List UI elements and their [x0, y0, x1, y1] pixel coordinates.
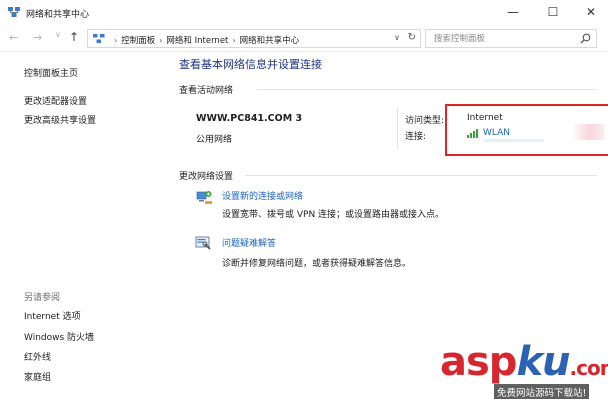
watermark-logo: aspku.com — [440, 339, 608, 385]
breadcrumb-network-internet[interactable]: 网络和 Internet — [166, 36, 228, 46]
sidebar-link-change-advanced-sharing[interactable]: 更改高级共享设置 — [24, 113, 96, 126]
control-panel-icon — [93, 34, 105, 43]
close-icon: ✕ — [585, 5, 597, 19]
see-also-homegroup[interactable]: 家庭组 — [24, 370, 51, 383]
maximize-button[interactable]: ☐ — [536, 0, 570, 24]
address-bar: ← → ∨ ↑ › 控制面板 › 网络和 Internet › 网络和共享中心 ∨ ↻ — [0, 26, 608, 52]
search-icon[interactable] — [580, 33, 591, 44]
minimize-button[interactable]: — — [496, 0, 530, 24]
network-setup-icon — [196, 191, 212, 204]
search-box — [425, 29, 597, 48]
breadcrumb-network-sharing-center[interactable]: 网络和共享中心 — [240, 36, 300, 46]
section-divider — [245, 175, 597, 176]
network-name: WWW.PC841.COM 3 — [196, 113, 303, 124]
setup-new-connection-link[interactable]: 设置新的连接或网络 — [222, 189, 303, 202]
network-center-icon — [8, 7, 20, 17]
change-settings-heading: 更改网络设置 — [179, 172, 234, 182]
minimize-icon: — — [507, 5, 519, 19]
watermark-subtitle: 免费网站源码下载站! — [494, 384, 590, 399]
address-dropdown-button[interactable]: ∨ — [394, 33, 400, 42]
access-type-label: 访问类型: — [405, 116, 445, 126]
troubleshoot-problems-link[interactable]: 问题疑难解答 — [222, 236, 276, 249]
highlight-box — [445, 104, 608, 156]
breadcrumb-control-panel[interactable]: 控制面板 — [121, 36, 155, 46]
sidebar-link-change-adapter-settings[interactable]: 更改适配器设置 — [24, 94, 87, 107]
setup-new-connection-description: 设置宽带、拨号或 VPN 连接；或设置路由器或接入点。 — [222, 210, 445, 220]
close-button[interactable]: ✕ — [574, 0, 608, 24]
recent-locations-button[interactable]: ∨ — [55, 30, 61, 39]
active-networks-heading: 查看活动网络 — [179, 86, 234, 96]
forward-button[interactable]: → — [33, 31, 42, 44]
breadcrumb-separator: › — [232, 36, 236, 45]
troubleshoot-problems-description: 诊断并修复网络问题，或者获得疑难解答信息。 — [222, 259, 412, 269]
search-input[interactable] — [426, 30, 571, 47]
page-title: 查看基本网络信息并设置连接 — [179, 58, 322, 71]
connections-label: 连接: — [405, 132, 427, 142]
sidebar: 控制面板主页 更改适配器设置 更改高级共享设置 另请参阅 Internet 选项… — [0, 52, 170, 399]
up-button[interactable]: ↑ — [69, 30, 79, 44]
maximize-icon: ☐ — [547, 5, 559, 19]
sidebar-link-control-panel-home[interactable]: 控制面板主页 — [24, 66, 78, 79]
see-also-windows-firewall[interactable]: Windows 防火墙 — [24, 330, 94, 343]
refresh-button[interactable]: ↻ — [408, 32, 416, 43]
see-also-heading: 另请参阅 — [24, 293, 61, 303]
window-title: 网络和共享中心 — [26, 10, 90, 20]
network-type-link[interactable]: 公用网络 — [196, 132, 232, 145]
see-also-infrared[interactable]: 红外线 — [24, 350, 51, 363]
see-also-internet-options[interactable]: Internet 选项 — [24, 309, 81, 322]
title-bar: 网络和共享中心 — ☐ ✕ — [0, 0, 608, 26]
back-button[interactable]: ← — [9, 31, 18, 44]
breadcrumb-separator: › — [114, 36, 118, 45]
watermark: aspku.com 免费网站源码下载站! — [432, 340, 608, 399]
section-divider — [257, 89, 597, 90]
troubleshoot-icon — [195, 236, 211, 250]
address-field[interactable]: › 控制面板 › 网络和 Internet › 网络和共享中心 ∨ ↻ — [87, 29, 421, 48]
breadcrumb-separator: › — [159, 36, 163, 45]
vertical-divider — [397, 108, 398, 150]
breadcrumb: › 控制面板 › 网络和 Internet › 网络和共享中心 — [110, 34, 299, 46]
